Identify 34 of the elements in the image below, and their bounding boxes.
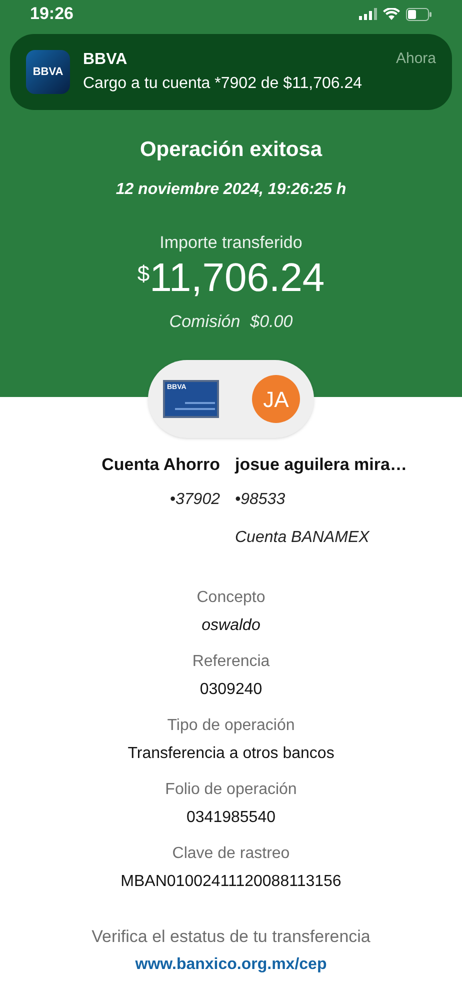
origin-account-name: Cuenta Ahorro [102,454,220,476]
detail-label: Tipo de operación [167,716,295,736]
avatar: JA [252,375,300,423]
status-time: 19:26 [30,3,74,26]
commission-value: $0.00 [250,311,293,333]
signal-icon [359,8,377,20]
destination-bank: Cuenta BANAMEX [235,528,370,548]
banxico-link[interactable]: www.banxico.org.mx/cep [135,953,327,977]
success-title: Operación exitosa [140,137,322,163]
detail-value: 0309240 [200,680,262,700]
footer-text: Verifica el estatus de tu transferencia [92,926,370,948]
commission-label: Comisión [169,311,240,333]
amount-value: 11,706.24 [150,255,325,301]
notification-banner[interactable]: BBVA BBVA Ahora Cargo a tu cuenta *7902 de $11,706.24 [10,34,452,110]
app-icon: BBVA [26,50,70,94]
amount-label: Importe transferido [160,232,302,254]
detail-label: Referencia [192,652,270,672]
notification-message: Cargo a tu cuenta *7902 de $11,706.24 [83,74,364,94]
destination-account-number: •98533 [235,490,286,510]
detail-value: Transferencia a otros bancos [128,744,334,764]
currency-symbol: $ [137,260,150,288]
detail-value: 0341985540 [186,808,276,828]
detail-value: oswaldo [202,616,260,636]
operation-datetime: 12 noviembre 2024, 19:26:25 h [116,180,346,200]
battery-icon [406,8,432,20]
detail-label: Folio de operación [165,780,297,800]
destination-name: josue aguilera mira… [235,454,407,476]
notification-app-name: BBVA [83,50,128,70]
detail-label: Concepto [196,588,266,608]
detail-value: MBAN01002411120088113156 [120,872,342,892]
notification-time: Ahora [396,49,436,69]
origin-account-number: •37902 [170,490,220,510]
detail-label: Clave de rastreo [172,844,290,864]
wifi-icon [383,8,400,20]
